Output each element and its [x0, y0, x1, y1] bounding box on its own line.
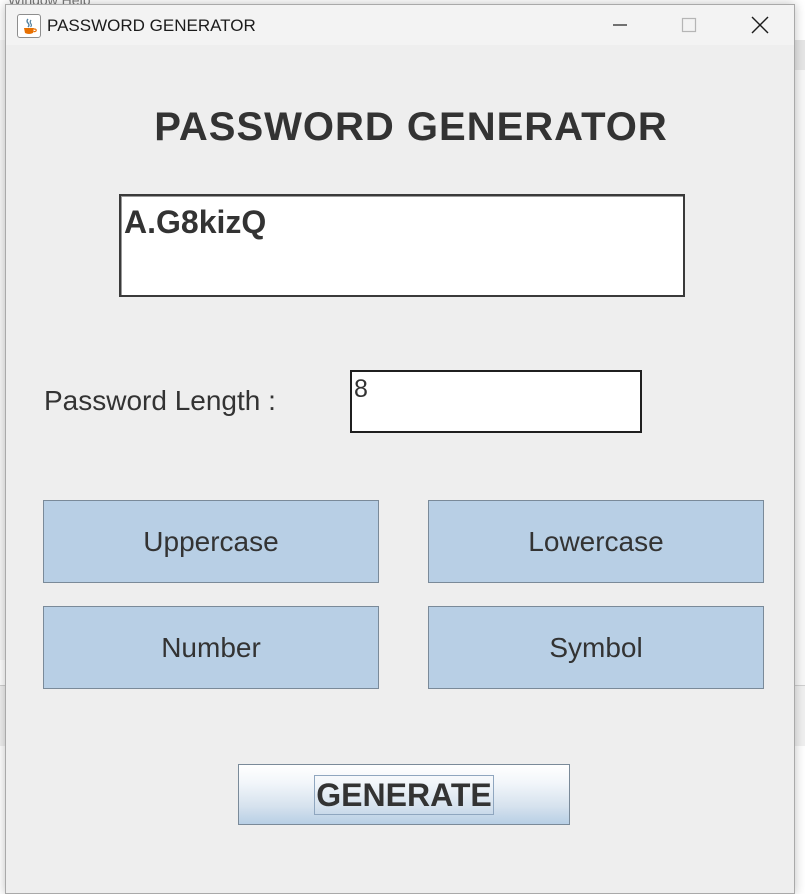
title-bar[interactable]: PASSWORD GENERATOR — [6, 5, 794, 45]
java-cup-icon — [17, 14, 41, 38]
uppercase-button[interactable]: Uppercase — [43, 500, 379, 583]
close-icon — [751, 16, 769, 34]
maximize-icon — [681, 17, 697, 33]
maximize-button[interactable] — [661, 5, 717, 45]
password-length-label: Password Length : — [44, 385, 276, 416]
generate-button-label: GENERATE — [314, 774, 494, 815]
close-button[interactable] — [732, 5, 788, 45]
generated-password-field[interactable]: A.G8kizQ — [119, 194, 685, 297]
symbol-button[interactable]: Symbol — [428, 606, 764, 689]
page-title: PASSWORD GENERATOR — [154, 105, 668, 149]
desktop: Window Help PASSWORD GENERATOR — [0, 0, 805, 894]
content-panel: PASSWORD GENERATOR A.G8kizQ Password Len… — [6, 45, 794, 893]
password-length-value: 8 — [354, 375, 368, 403]
password-generator-window: PASSWORD GENERATOR PASSWORD GENERATOR A.… — [5, 4, 795, 894]
lowercase-button[interactable]: Lowercase — [428, 500, 764, 583]
window-title: PASSWORD GENERATOR — [47, 16, 256, 35]
generate-button[interactable]: GENERATE — [238, 764, 570, 825]
password-length-input[interactable]: 8 — [350, 370, 642, 433]
generated-password-text: A.G8kizQ — [124, 204, 267, 240]
minimize-icon — [613, 24, 627, 26]
number-button[interactable]: Number — [43, 606, 379, 689]
minimize-button[interactable] — [592, 5, 648, 45]
